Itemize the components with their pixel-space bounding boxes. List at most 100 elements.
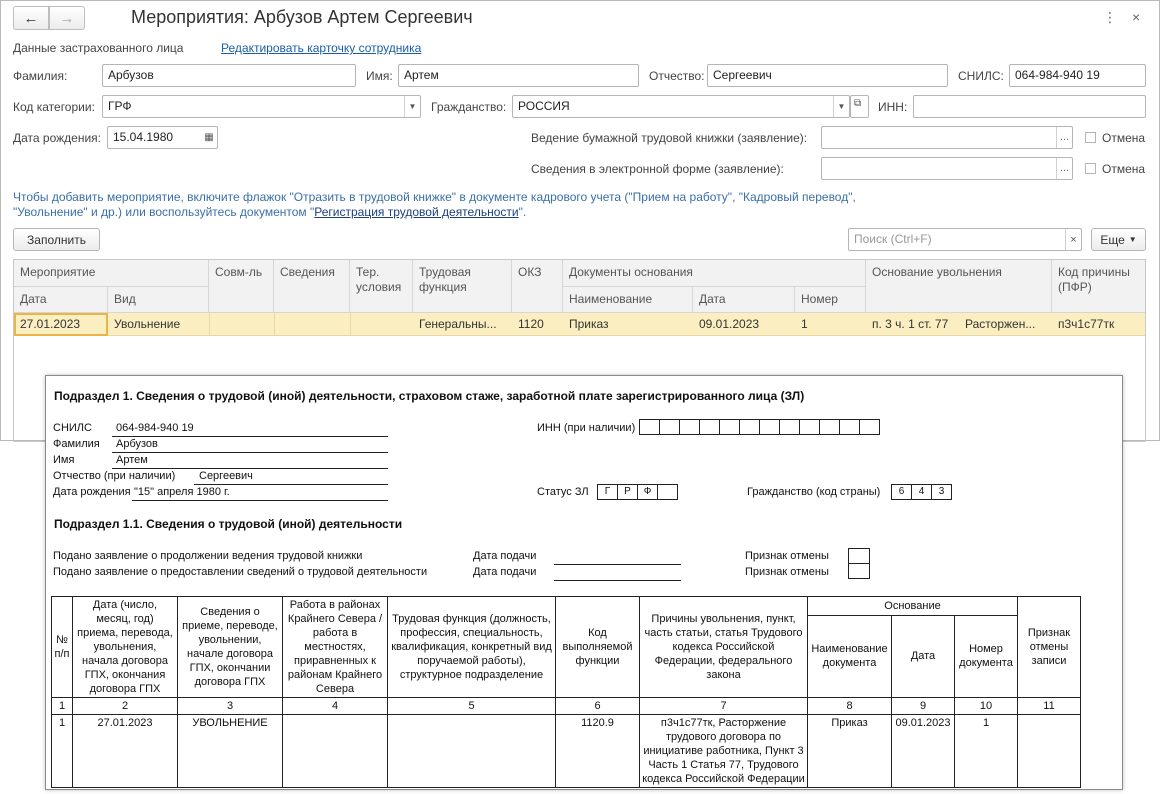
form-patronymic-label: Отчество (при наличии) xyxy=(53,470,176,482)
header-doc-date[interactable]: Дата xyxy=(693,287,795,313)
close-icon[interactable]: × xyxy=(1132,9,1140,25)
open-citizenship-icon[interactable]: ⧉ xyxy=(850,95,869,118)
back-button[interactable]: ← xyxy=(13,6,49,30)
electronic-label: Сведения в электронной форме (заявление)… xyxy=(531,162,784,176)
submit-date-line xyxy=(554,550,681,565)
header-date[interactable]: Дата xyxy=(14,287,108,313)
row-function xyxy=(387,714,556,788)
electronic-field[interactable]: … xyxy=(821,157,1073,180)
citizenship-value: РОССИЯ xyxy=(518,99,570,113)
category-select[interactable]: ГРФ ▼ xyxy=(102,95,421,118)
print-form-preview: Подраздел 1. Сведения о трудовой (иной) … xyxy=(45,375,1123,790)
cell-doc-date[interactable]: 09.01.2023 xyxy=(693,313,795,336)
cell-reason-code[interactable]: п3ч1с77тк xyxy=(1052,313,1145,336)
citizenship-label: Гражданство: xyxy=(431,100,507,114)
table-row[interactable]: 27.01.2023 Увольнение Генеральны... 1120… xyxy=(14,313,1145,336)
edit-employee-card-link[interactable]: Редактировать карточку сотрудника xyxy=(221,41,421,55)
clear-search-icon[interactable]: × xyxy=(1065,229,1081,250)
more-actions-icon[interactable]: ⋮ xyxy=(1103,9,1117,26)
header-doc-name[interactable]: Наименование xyxy=(563,287,693,313)
form-birth-label: Дата рождения xyxy=(53,486,131,498)
patronymic-field[interactable]: Сергеевич xyxy=(707,64,948,87)
cell-kind[interactable]: Увольнение xyxy=(108,313,209,336)
cell-doc-number[interactable]: 1 xyxy=(795,313,866,336)
chevron-down-icon[interactable]: ▼ xyxy=(404,96,420,117)
header-terr[interactable]: Тер. условия xyxy=(350,260,413,313)
th-basis: Основание xyxy=(807,596,1018,616)
birth-label: Дата рождения: xyxy=(13,131,101,145)
cell-dismissal-text[interactable]: Расторжен... xyxy=(959,313,1052,336)
ellipsis-icon[interactable]: … xyxy=(1056,127,1072,148)
th-info: Сведения о приеме, переводе, увольнении,… xyxy=(177,596,283,698)
more-button[interactable]: Еще ▼ xyxy=(1091,228,1146,251)
submit-date-label: Дата подачи xyxy=(473,566,537,578)
header-doc-number[interactable]: Номер xyxy=(795,287,866,313)
name-field[interactable]: Артем xyxy=(398,64,639,87)
chevron-down-icon[interactable]: ▼ xyxy=(833,96,849,117)
calendar-icon[interactable]: ▦ xyxy=(201,127,217,148)
cell-terr[interactable] xyxy=(350,313,413,336)
cell-date[interactable]: 27.01.2023 xyxy=(14,313,108,336)
row-docname: Приказ xyxy=(807,714,892,788)
col-number: 8 xyxy=(807,697,892,715)
cell-dismissal-article[interactable]: п. 3 ч. 1 ст. 77 xyxy=(866,313,959,336)
electronic-cancel-label: Отмена xyxy=(1102,162,1146,176)
birth-date-field[interactable]: 15.04.1980 ▦ xyxy=(107,126,218,149)
row-num: 1 xyxy=(51,714,73,788)
paper-book-field[interactable]: … xyxy=(821,126,1073,149)
fill-button[interactable]: Заполнить xyxy=(13,228,100,251)
col-number: 1 xyxy=(51,697,73,715)
snils-label: СНИЛС: xyxy=(958,69,1004,83)
registration-document-link[interactable]: Регистрация трудовой деятельности xyxy=(314,205,518,219)
citizenship-cell: 3 xyxy=(931,484,952,500)
submit-date-label: Дата подачи xyxy=(473,550,537,562)
ellipsis-icon[interactable]: … xyxy=(1056,158,1072,179)
form-patronymic-value: Сергеевич xyxy=(194,470,388,485)
citizenship-select[interactable]: РОССИЯ ▼ xyxy=(512,95,850,118)
col-number: 10 xyxy=(954,697,1018,715)
insured-section-label: Данные застрахованного лица xyxy=(13,41,184,55)
header-combo[interactable]: Совм-ль xyxy=(209,260,274,313)
cell-info[interactable] xyxy=(274,313,350,336)
paper-book-label: Ведение бумажной трудовой книжки (заявле… xyxy=(531,131,808,145)
surname-field[interactable]: Арбузов xyxy=(102,64,356,87)
inn-field[interactable] xyxy=(913,95,1146,118)
section1-title: Подраздел 1. Сведения о трудовой (иной) … xyxy=(54,389,805,403)
citizenship-cell: 4 xyxy=(911,484,932,500)
patronymic-label: Отчество: xyxy=(649,69,705,83)
cancel-sign-label: Признак отмены xyxy=(745,566,829,578)
form-inn-label: ИНН (при наличии) xyxy=(537,422,636,434)
header-dismissal[interactable]: Основание увольнения xyxy=(866,260,1052,313)
th-north: Работа в районах Крайнего Севера / работ… xyxy=(282,596,388,698)
search-input[interactable]: Поиск (Ctrl+F) × xyxy=(848,228,1082,251)
cell-combo[interactable] xyxy=(209,313,274,336)
cancel-sign-cell xyxy=(848,563,870,579)
th-function: Трудовая функция (должность, профессия, … xyxy=(387,596,556,698)
cell-function[interactable]: Генеральны... xyxy=(413,313,512,336)
th-docnum: Номер документа xyxy=(954,614,1018,699)
col-number: 2 xyxy=(72,697,178,715)
inn-label: ИНН: xyxy=(878,100,908,114)
header-okz[interactable]: ОКЗ xyxy=(512,260,563,313)
paper-cancel-checkbox[interactable] xyxy=(1085,132,1096,143)
header-reason-code[interactable]: Код причины (ПФР) xyxy=(1052,260,1145,313)
th-docname: Наименование документа xyxy=(807,614,892,699)
forward-button[interactable]: → xyxy=(49,6,85,30)
arrow-right-icon: → xyxy=(59,9,75,27)
col-number: 9 xyxy=(891,697,955,715)
cell-doc-name[interactable]: Приказ xyxy=(563,313,693,336)
header-function[interactable]: Трудовая функция xyxy=(413,260,512,313)
header-kind[interactable]: Вид xyxy=(108,287,209,313)
row-reason: п3ч1с77тк, Расторжение трудового договор… xyxy=(639,714,808,788)
search-placeholder: Поиск (Ctrl+F) xyxy=(854,232,932,246)
form-citizenship-cells: 6 4 3 xyxy=(891,484,952,500)
th-date: Дата (число, месяц, год) приема, перевод… xyxy=(72,596,178,698)
header-info[interactable]: Сведения xyxy=(274,260,350,313)
category-label: Код категории: xyxy=(13,100,95,114)
snils-field[interactable]: 064-984-940 19 xyxy=(1009,64,1146,87)
header-event[interactable]: Мероприятие xyxy=(14,260,209,287)
cell-okz[interactable]: 1120 xyxy=(512,313,563,336)
electronic-cancel-checkbox[interactable] xyxy=(1085,163,1096,174)
app-paper-label: Подано заявление о продолжении ведения т… xyxy=(53,550,363,562)
header-docs[interactable]: Документы основания xyxy=(563,260,866,287)
